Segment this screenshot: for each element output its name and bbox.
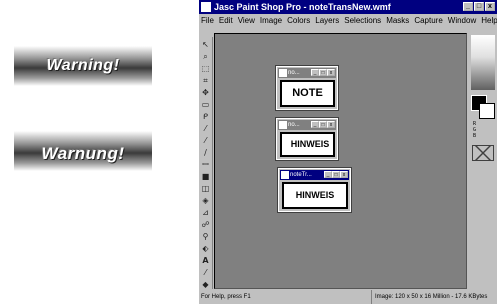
menu-file[interactable]: File — [201, 14, 214, 27]
draw-icon[interactable]: A — [201, 256, 210, 265]
arrow-icon[interactable]: ↖ — [201, 40, 210, 49]
app-title-bar[interactable]: Jasc Paint Shop Pro - noteTransNew.wmf _… — [199, 0, 497, 14]
image-canvas[interactable]: HINWEIS — [280, 132, 335, 157]
menu-masks[interactable]: Masks — [386, 14, 409, 27]
doc-icon — [279, 69, 287, 77]
menu-selections[interactable]: Selections — [344, 14, 381, 27]
image-text: HINWEIS — [295, 190, 335, 200]
menu-capture[interactable]: Capture — [414, 14, 442, 27]
doc-close-button[interactable]: x — [340, 171, 348, 178]
text-icon[interactable]: ⬖ — [201, 244, 210, 253]
workspace: no... _ □ x NOTE no... _ □ x HINWEIS not… — [214, 33, 467, 289]
paint-shop-pro-window: Jasc Paint Shop Pro - noteTransNew.wmf _… — [199, 0, 497, 304]
eyedropper-icon[interactable]: ⁄ — [201, 124, 210, 133]
airbrush-icon[interactable]: ☍ — [201, 220, 210, 229]
warning-banner-text: Warning! — [46, 57, 120, 74]
doc-close-button[interactable]: x — [327, 121, 335, 128]
blue-label: B — [473, 133, 477, 139]
background-color-swatch[interactable] — [479, 103, 495, 119]
color-spectrum[interactable] — [471, 35, 495, 90]
doc-minimize-button[interactable]: _ — [311, 69, 319, 76]
warnung-banner: Warnung! — [14, 131, 152, 171]
color-replacer-icon[interactable]: ꟷ — [201, 160, 210, 169]
doc-minimize-button[interactable]: _ — [311, 121, 319, 128]
warning-banner: Warning! — [14, 46, 152, 86]
status-bar: For Help, press F1 Image: 120 x 50 x 16 … — [199, 290, 497, 304]
menu-bar: File Edit View Image Colors Layers Selec… — [199, 14, 497, 27]
help-status-text: For Help, press F1 — [201, 294, 251, 300]
menu-view[interactable]: View — [238, 14, 255, 27]
menu-window[interactable]: Window — [448, 14, 476, 27]
image-text: HINWEIS — [290, 139, 330, 149]
color-palette-panel: R G B — [469, 33, 497, 289]
clone-icon[interactable]: ∕ — [201, 148, 210, 157]
menu-image[interactable]: Image — [260, 14, 282, 27]
doc-minimize-button[interactable]: _ — [324, 171, 332, 178]
picture-tube-icon[interactable]: ⊿ — [201, 208, 210, 217]
image-canvas[interactable]: NOTE — [280, 80, 335, 107]
doc-window-note[interactable]: no... _ □ x NOTE — [275, 65, 339, 111]
menu-help[interactable]: Help — [481, 14, 497, 27]
doc-close-button[interactable]: x — [327, 69, 335, 76]
menu-edit[interactable]: Edit — [219, 14, 233, 27]
retouch-icon[interactable]: ■ — [201, 172, 210, 181]
app-title: Jasc Paint Shop Pro - noteTransNew.wmf — [214, 2, 391, 12]
freehand-icon[interactable]: ᑭ — [201, 112, 210, 121]
minimize-button[interactable]: _ — [463, 2, 473, 11]
flood-fill-icon[interactable]: ⚲ — [201, 232, 210, 241]
image-text: NOTE — [292, 87, 323, 99]
image-canvas[interactable]: HINWEIS — [282, 182, 348, 209]
color-readout: R G B — [473, 121, 476, 139]
paintbrush-icon[interactable]: ⁄ — [201, 136, 210, 145]
deform-icon[interactable]: ⬚ — [201, 64, 210, 73]
menu-layers[interactable]: Layers — [315, 14, 339, 27]
doc-window-hinweis-active[interactable]: noteTr... _ □ x HINWEIS — [277, 167, 352, 213]
mover-icon[interactable]: ✥ — [201, 88, 210, 97]
tool-palette: ↖ ⌕ ⬚ ⌗ ✥ ▭ ᑭ ⁄ ⁄ ∕ ꟷ ■ ◫ ◈ ⊿ ☍ ⚲ ⬖ A ⁄ … — [199, 37, 213, 289]
zoom-icon[interactable]: ⌕ — [201, 52, 210, 61]
doc-icon — [279, 121, 287, 129]
warnung-banner-text: Warnung! — [41, 144, 125, 163]
crop-icon[interactable]: ⌗ — [201, 76, 210, 85]
doc-window-hinweis[interactable]: no... _ □ x HINWEIS — [275, 117, 339, 161]
doc-maximize-button[interactable]: □ — [332, 171, 340, 178]
doc-maximize-button[interactable]: □ — [319, 69, 327, 76]
eraser-icon[interactable]: ◈ — [201, 196, 210, 205]
close-button[interactable]: x — [485, 2, 495, 11]
maximize-button[interactable]: □ — [474, 2, 484, 11]
image-info-text: Image: 120 x 50 x 16 Million - 17.6 KByt… — [371, 290, 487, 304]
scratch-remover-icon[interactable]: ◫ — [201, 184, 210, 193]
preset-shapes-icon[interactable]: ⁄ — [201, 268, 210, 277]
object-selector-icon[interactable]: ◆ — [201, 280, 210, 289]
doc-maximize-button[interactable]: □ — [319, 121, 327, 128]
doc-icon — [281, 171, 289, 179]
style-swatch-icon[interactable] — [472, 145, 494, 161]
menu-colors[interactable]: Colors — [287, 14, 310, 27]
app-icon — [201, 2, 211, 12]
selection-icon[interactable]: ▭ — [201, 100, 210, 109]
